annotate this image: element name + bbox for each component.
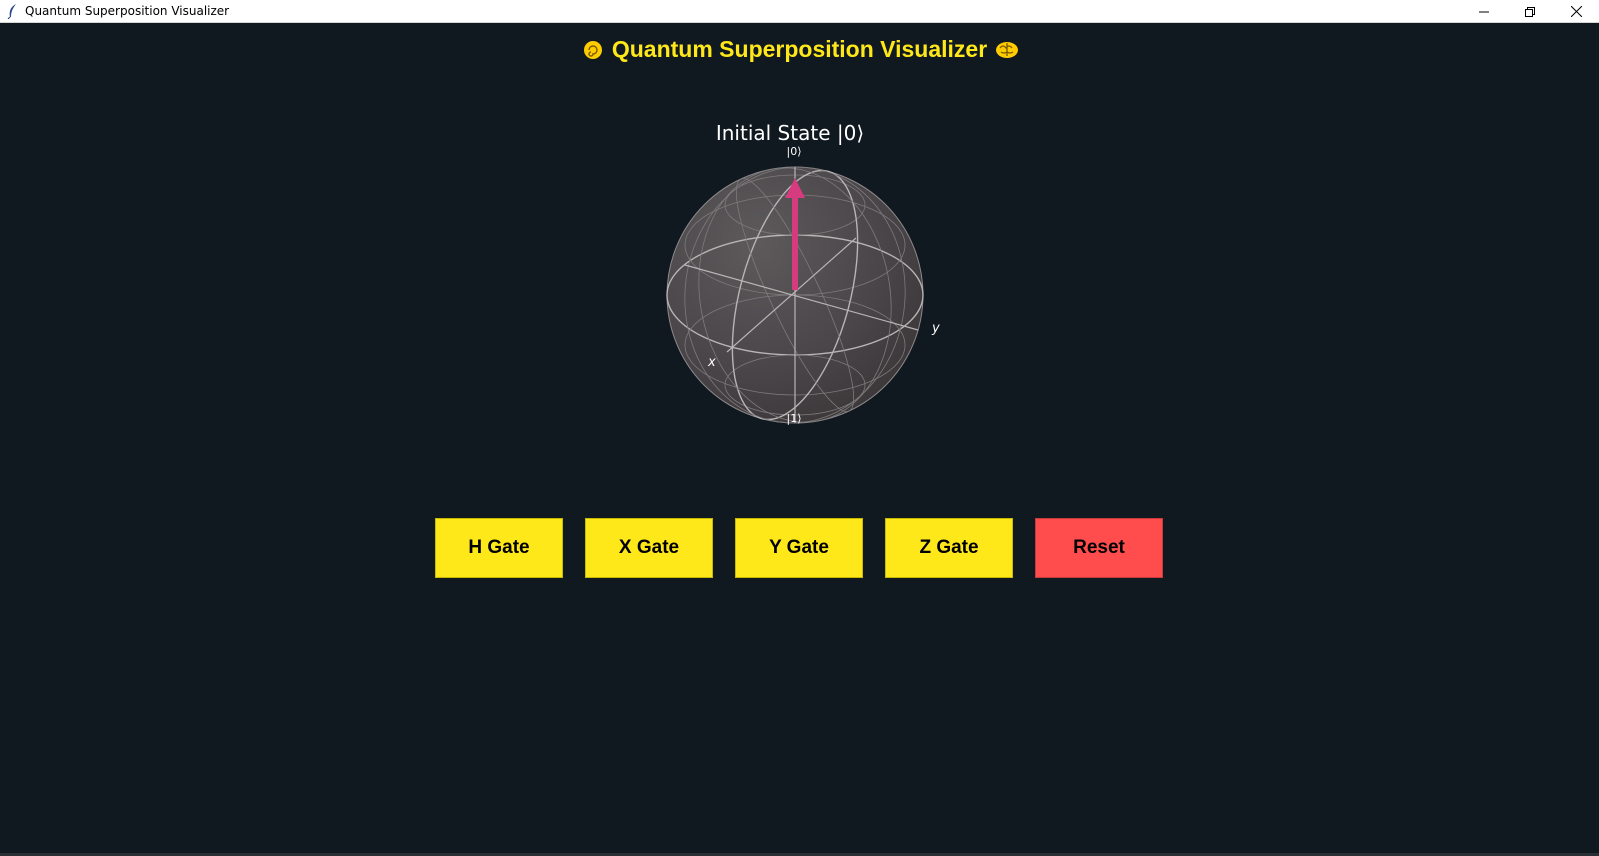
z-gate-button[interactable]: Z Gate [885, 518, 1013, 578]
brain-emoji-icon [995, 38, 1019, 60]
window-title: Quantum Superposition Visualizer [25, 4, 230, 18]
swirl-emoji-icon [582, 38, 604, 60]
close-icon[interactable] [1553, 0, 1599, 23]
minimize-icon[interactable] [1461, 0, 1507, 23]
ket-zero-label: |0⟩ [787, 145, 802, 158]
window-controls [1461, 0, 1599, 23]
gate-button-bar: H Gate X Gate Y Gate Z Gate Reset [435, 518, 1185, 578]
feather-icon [6, 3, 20, 20]
bloch-sphere-plot: Initial State |0⟩ |0⟩ y x |1⟩ [660, 120, 960, 440]
y-gate-button[interactable]: Y Gate [735, 518, 863, 578]
y-axis-label: y [931, 321, 940, 336]
page-title-text: Quantum Superposition Visualizer [611, 36, 988, 62]
x-axis-label: x [707, 355, 716, 370]
reset-button[interactable]: Reset [1035, 518, 1163, 578]
x-gate-button[interactable]: X Gate [585, 518, 713, 578]
bloch-title: Initial State |0⟩ [716, 121, 864, 145]
window-titlebar: Quantum Superposition Visualizer [0, 0, 1599, 23]
ket-one-label: |1⟩ [787, 412, 802, 425]
restore-icon[interactable] [1507, 0, 1553, 23]
h-gate-button[interactable]: H Gate [435, 518, 563, 578]
page-title: Quantum Superposition Visualizer [0, 36, 1599, 63]
